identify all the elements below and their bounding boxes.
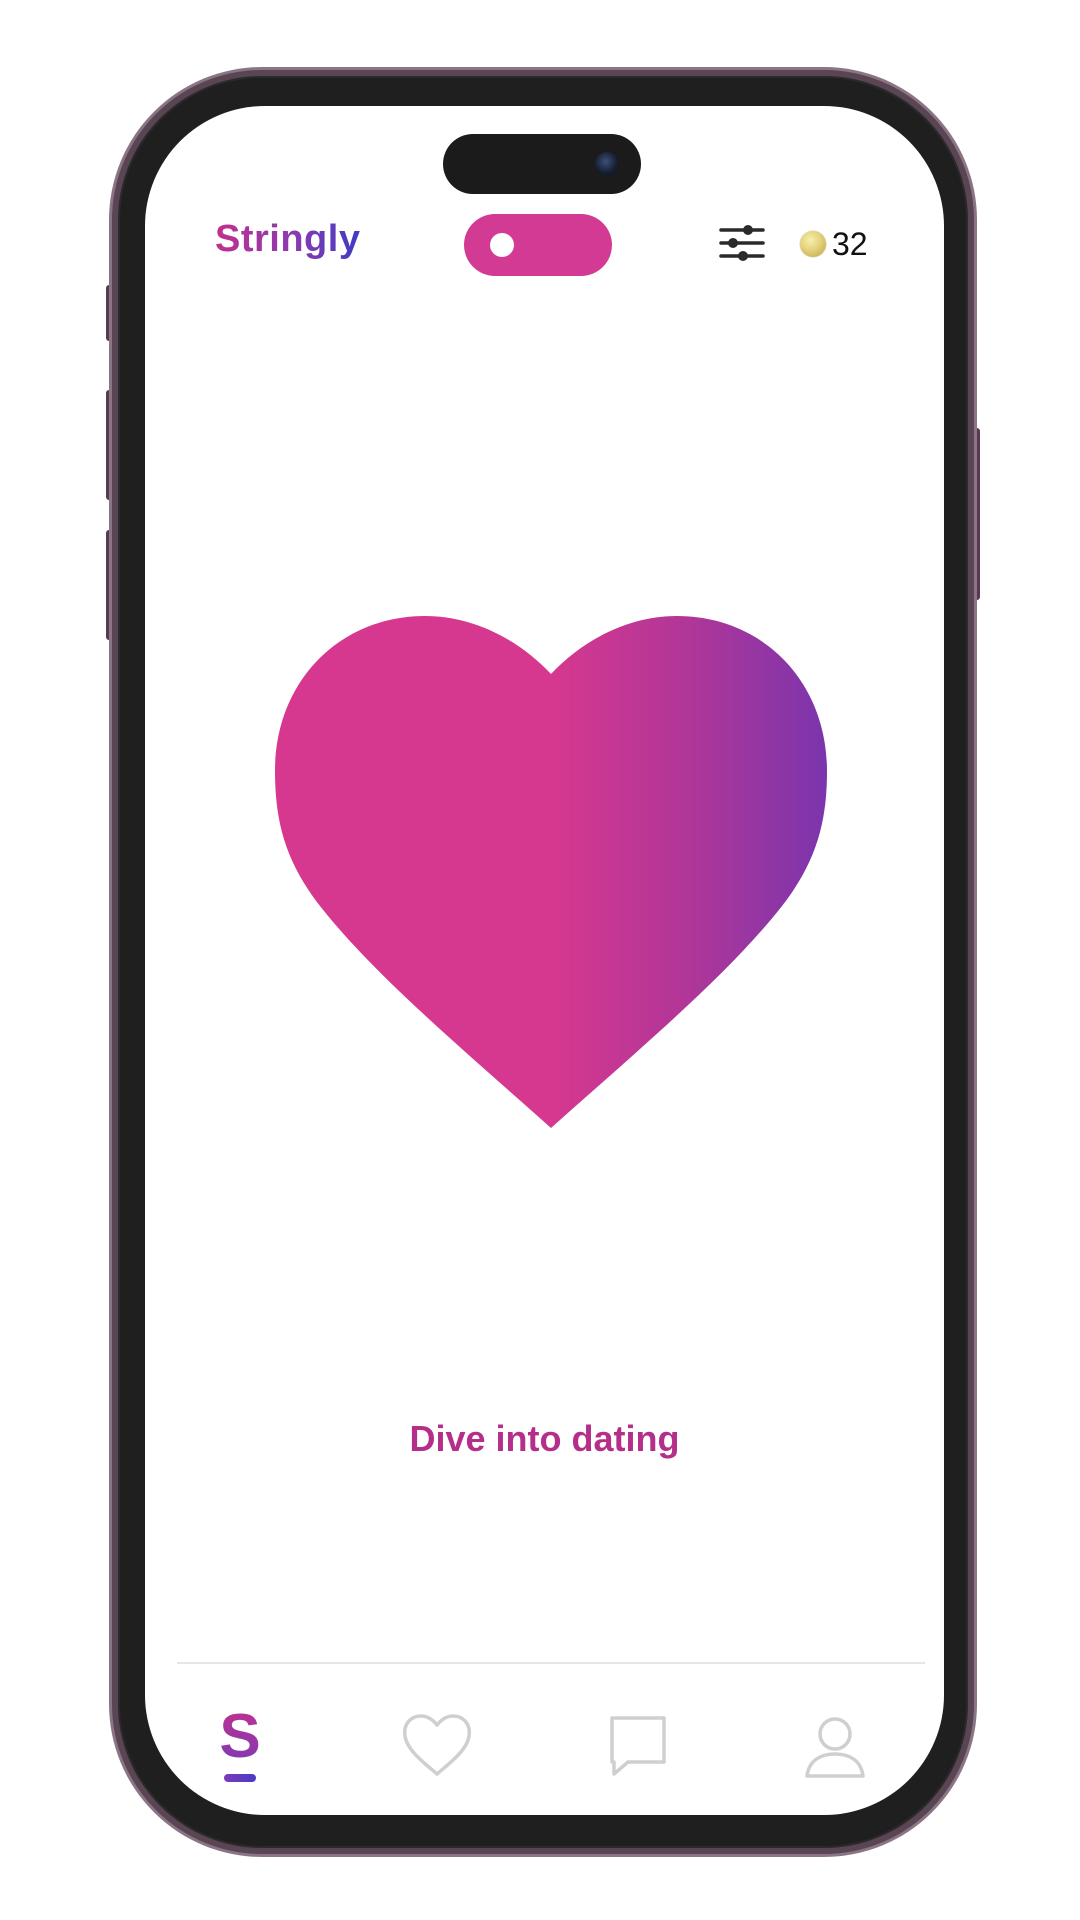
dynamic-island [443,134,641,194]
filter-button[interactable] [717,218,767,268]
app-logo: Stringly [215,218,361,260]
device-stage: Stringly 32 Dive into dating S [0,0,1080,1920]
toggle-knob [490,233,514,257]
camera-icon [595,152,619,176]
stringly-s-icon: S [200,1706,280,1768]
person-icon [805,1717,865,1778]
app-screen: Stringly 32 Dive into dating S [145,106,944,1815]
nav-item-chats[interactable] [598,1706,678,1786]
nav-divider [177,1662,925,1664]
nav-item-profile[interactable] [795,1706,875,1786]
heart-outline-icon [402,1714,472,1776]
heart-icon [275,616,827,1128]
nav-item-discover[interactable]: S [200,1706,280,1786]
nav-item-likes[interactable] [397,1706,477,1786]
mode-toggle[interactable] [464,214,612,276]
dive-into-dating-button[interactable]: Dive into dating [145,1418,944,1460]
sliders-icon [719,225,765,261]
coin-balance[interactable]: 32 [800,224,868,264]
chat-bubble-icon [610,1716,666,1776]
coin-count: 32 [832,225,868,262]
coin-icon [800,231,826,257]
active-indicator [224,1774,256,1782]
